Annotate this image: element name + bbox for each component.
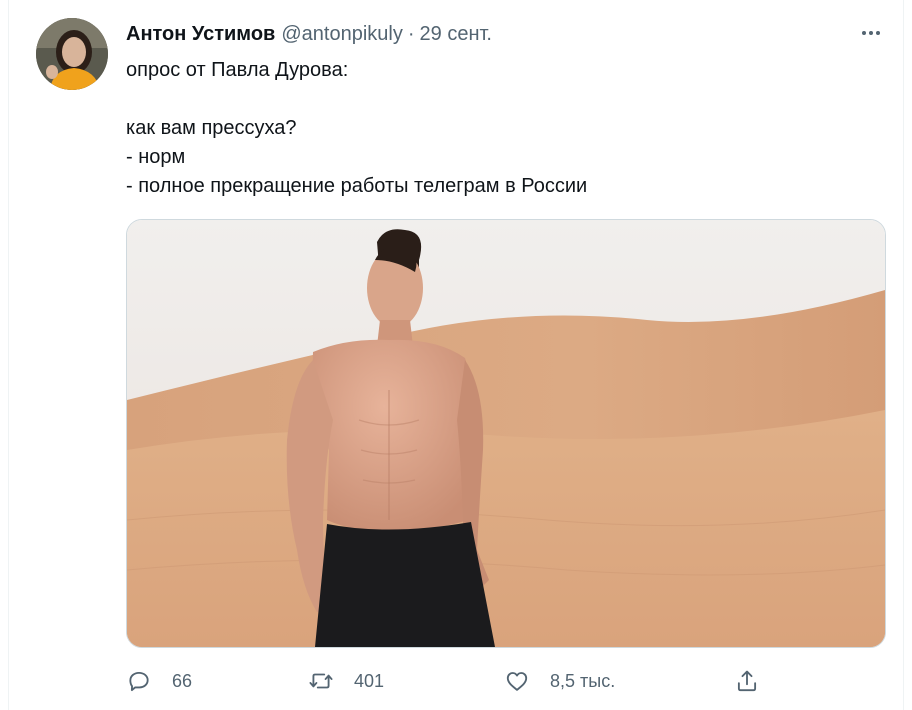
- share-upload-icon: [737, 670, 757, 692]
- tweet-text-blank-line: [126, 85, 866, 114]
- tweet-text-line: опрос от Павла Дурова:: [126, 59, 349, 81]
- author-handle[interactable]: @antonpikuly: [281, 23, 402, 46]
- tweet-actions: 66 401 8,5 тыс.: [126, 664, 846, 698]
- retweet-count: 401: [354, 670, 385, 691]
- timeline-border-right: [903, 0, 904, 710]
- tweet-card: Антон Устимов @antonpikuly · 29 сент. оп…: [0, 0, 912, 710]
- tweet-text-line: - полное прекращение работы телеграм в Р…: [126, 175, 588, 197]
- avatar[interactable]: [36, 18, 108, 90]
- photo-image: [127, 220, 885, 647]
- heart-icon: [506, 672, 528, 691]
- reply-count: 66: [172, 670, 193, 691]
- tweet-text-line: - норм: [126, 146, 186, 168]
- like-button[interactable]: 8,5 тыс.: [504, 664, 615, 698]
- tweet-text: опрос от Павла Дурова: как вам прессуха?…: [126, 56, 866, 201]
- tweet-timestamp[interactable]: 29 сент.: [420, 23, 492, 46]
- tweet-text-line: как вам прессуха?: [126, 117, 297, 139]
- more-dots-icon[interactable]: [856, 24, 886, 42]
- tweet-photo[interactable]: [126, 219, 886, 648]
- timeline-border-left: [8, 0, 9, 710]
- retweet-button[interactable]: 401: [308, 664, 384, 698]
- reply-bubble-icon: [129, 671, 149, 692]
- tweet-header: Антон Устимов @antonpikuly · 29 сент.: [126, 22, 492, 46]
- reply-button[interactable]: 66: [126, 664, 192, 698]
- header-separator: ·: [407, 22, 415, 45]
- avatar-image: [36, 18, 108, 90]
- retweet-icon: [309, 673, 333, 689]
- share-button[interactable]: [734, 664, 760, 698]
- author-name[interactable]: Антон Устимов: [126, 23, 275, 46]
- like-count: 8,5 тыс.: [550, 670, 616, 691]
